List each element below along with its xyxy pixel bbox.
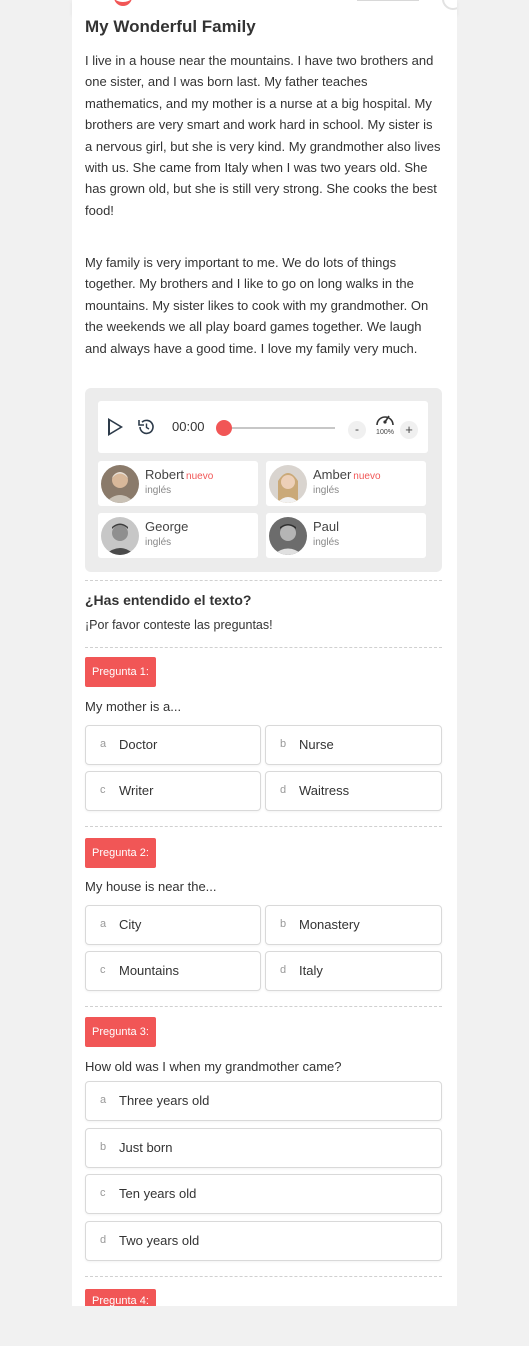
answer-option[interactable]: c Writer: [85, 771, 261, 811]
play-icon[interactable]: [108, 418, 123, 436]
answer-option[interactable]: d Waitress: [265, 771, 442, 811]
answer-option[interactable]: b Nurse: [265, 725, 442, 765]
voice-option-paul[interactable]: Paul inglés: [266, 513, 426, 558]
voice-option-robert[interactable]: Robert nuevo inglés: [98, 461, 258, 506]
new-badge: nuevo: [353, 471, 381, 482]
question-badge: Pregunta 4:: [85, 1289, 156, 1307]
option-letter: a: [100, 918, 107, 930]
answer-option[interactable]: d Italy: [265, 951, 442, 991]
story-title: My Wonderful Family: [85, 17, 256, 36]
audio-panel: 00:00 - 100% + Robert nuevo inglés Amber…: [85, 388, 442, 572]
voice-name: Robert nuevo: [145, 467, 214, 482]
option-text: Monastery: [299, 917, 360, 932]
divider: [85, 647, 442, 648]
voice-language: inglés: [145, 537, 172, 548]
option-text: Just born: [119, 1140, 173, 1155]
option-letter: b: [280, 738, 287, 750]
divider: [85, 1276, 442, 1277]
voice-option-george[interactable]: George inglés: [98, 513, 258, 558]
option-letter: d: [280, 964, 287, 976]
answer-option[interactable]: d Two years old: [85, 1221, 442, 1261]
option-letter: d: [100, 1234, 107, 1246]
question-badge: Pregunta 1:: [85, 657, 156, 687]
option-text: City: [119, 917, 142, 932]
answer-option[interactable]: a Three years old: [85, 1081, 442, 1121]
question-text: How old was I when my grandmother came?: [85, 1059, 342, 1074]
divider: [85, 1006, 442, 1007]
option-letter: d: [280, 784, 287, 796]
question-badge: Pregunta 3:: [85, 1017, 156, 1047]
question-text: My mother is a...: [85, 699, 182, 714]
answer-option[interactable]: a City: [85, 905, 261, 945]
answer-option[interactable]: c Mountains: [85, 951, 261, 991]
logo[interactable]: [114, 0, 132, 6]
time-display: 00:00: [172, 419, 205, 434]
top-bar-button[interactable]: [442, 0, 457, 10]
story-paragraph: My family is very important to me. We do…: [85, 255, 429, 356]
voice-language: inglés: [145, 485, 172, 496]
speed-value: 100%: [376, 429, 394, 436]
voice-name: Paul: [313, 519, 340, 534]
voice-language: inglés: [313, 537, 340, 548]
option-letter: a: [100, 738, 107, 750]
answer-option[interactable]: a Doctor: [85, 725, 261, 765]
speed-decrease-button[interactable]: -: [348, 421, 366, 439]
quiz-heading: ¿Has entendido el texto?: [85, 592, 252, 608]
voice-name: George: [145, 519, 189, 534]
option-text: Italy: [299, 963, 323, 978]
new-badge: nuevo: [186, 471, 214, 482]
option-text: Three years old: [119, 1093, 210, 1108]
option-letter: b: [280, 918, 287, 930]
question-badge: Pregunta 2:: [85, 838, 156, 868]
quiz-subheading: ¡Por favor conteste las preguntas!: [85, 618, 273, 632]
lesson-card: My Wonderful Family I live in a house ne…: [72, 14, 457, 1307]
answer-option[interactable]: b Monastery: [265, 905, 442, 945]
option-letter: c: [100, 784, 106, 796]
option-text: Waitress: [299, 783, 350, 798]
story-paragraph: I live in a house near the mountains. I …: [85, 53, 441, 218]
voice-name: Amber nuevo: [313, 467, 381, 482]
option-text: Two years old: [119, 1233, 200, 1248]
answer-option[interactable]: b Just born: [85, 1128, 442, 1168]
audio-player: 00:00 - 100% +: [98, 401, 428, 453]
progress-knob[interactable]: [216, 420, 232, 436]
option-letter: b: [100, 1141, 107, 1153]
option-letter: a: [100, 1094, 107, 1106]
avatar: [101, 465, 139, 503]
avatar: [269, 517, 307, 555]
speedometer-icon: [376, 415, 394, 426]
top-bar-divider: [357, 0, 419, 1]
answer-option[interactable]: c Ten years old: [85, 1174, 442, 1214]
voice-language: inglés: [313, 485, 340, 496]
question-text: My house is near the...: [85, 879, 217, 894]
rewind-icon[interactable]: [136, 417, 156, 437]
option-letter: c: [100, 1187, 106, 1199]
option-text: Nurse: [299, 737, 334, 752]
option-text: Mountains: [119, 963, 179, 978]
option-text: Doctor: [119, 737, 158, 752]
option-letter: c: [100, 964, 106, 976]
option-text: Writer: [119, 783, 154, 798]
avatar: [101, 517, 139, 555]
speed-increase-button[interactable]: +: [400, 421, 418, 439]
top-bar: [72, 0, 457, 14]
avatar: [269, 465, 307, 503]
divider: [85, 826, 442, 827]
voice-option-amber[interactable]: Amber nuevo inglés: [266, 461, 426, 506]
divider: [85, 580, 442, 581]
option-text: Ten years old: [119, 1186, 197, 1201]
progress-track[interactable]: [222, 427, 335, 429]
